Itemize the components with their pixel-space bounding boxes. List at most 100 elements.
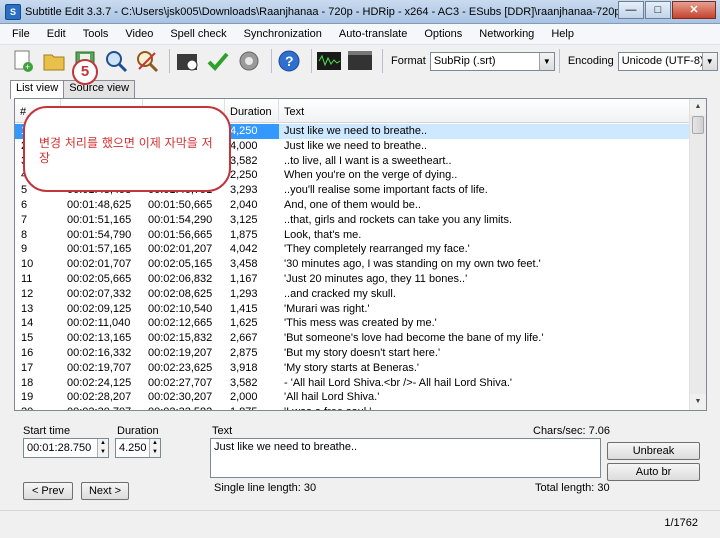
cell-number: 8 [21, 228, 28, 241]
table-row[interactable]: 6 00:01:48,625 00:01:50,665 2,040 And, one o… [15, 198, 691, 213]
find-icon[interactable] [103, 48, 129, 74]
cell-number: 17 [21, 361, 34, 374]
tab-source-view[interactable]: Source view [63, 80, 136, 98]
table-row[interactable]: 17 00:02:19,707 00:02:23,625 3,918 'My story… [15, 361, 691, 376]
table-row[interactable]: 15 00:02:13,165 00:02:15,832 2,667 'But some… [15, 331, 691, 346]
new-file-icon[interactable]: + [10, 48, 36, 74]
menu-spell-check[interactable]: Spell check [170, 28, 226, 40]
duration-input[interactable]: 4.250 ▲ ▼ [115, 438, 161, 458]
menu-auto-translate[interactable]: Auto-translate [339, 28, 407, 40]
auto-br-button[interactable]: Auto br [607, 463, 700, 481]
cell-start-time: 00:02:24,125 [67, 376, 132, 389]
menu-networking[interactable]: Networking [479, 28, 534, 40]
table-row[interactable]: 12 00:02:07,332 00:02:08,625 1,293 ..and cra… [15, 287, 691, 302]
scroll-up-icon[interactable]: ▲ [690, 99, 706, 115]
cell-text: 'They completely rearranged my face.' [284, 243, 470, 256]
cell-start-time: 00:01:51,165 [67, 213, 132, 226]
cell-end-time: 00:01:50,665 [148, 199, 213, 211]
format-select[interactable]: SubRip (.srt) ▼ [429, 51, 555, 71]
menu-video[interactable]: Video [125, 28, 153, 40]
cell-duration: 4,000 [230, 139, 258, 152]
spell-check-icon[interactable] [205, 48, 231, 74]
prev-button[interactable]: < Prev [23, 482, 73, 500]
app-icon: S [5, 3, 21, 20]
table-row[interactable]: 9 00:01:57,165 00:02:01,207 4,042 'They comp… [15, 242, 691, 257]
annotation-text: 변경 처리를 했으면 이제 자막을 저장 [39, 136, 213, 165]
unbreak-button[interactable]: Unbreak [607, 442, 700, 460]
video-player-icon[interactable] [347, 48, 373, 74]
tab-list-view[interactable]: List view [10, 80, 65, 99]
cell-text: 'I was a free soul.' [279, 405, 691, 410]
table-row[interactable]: 10 00:02:01,707 00:02:05,165 3,458 '30 minut… [15, 257, 691, 272]
cell-text: 'My story starts at Beneras.' [284, 361, 420, 374]
subtitle-text-editor[interactable]: Just like we need to breathe.. [210, 438, 601, 478]
cell-start-time: 00:02:13,165 [67, 332, 132, 345]
table-row[interactable]: 8 00:01:54,790 00:01:56,665 1,875 Look, that… [15, 228, 691, 243]
subtitle-text-value: Just like we need to breathe.. [214, 441, 358, 453]
cell-start-time: 00:02:11,040 [67, 317, 131, 330]
cell-duration: 3,918 [230, 361, 258, 374]
close-button[interactable]: ✕ [672, 1, 716, 19]
table-row[interactable]: 11 00:02:05,665 00:02:06,832 1,167 'Just 20 … [15, 272, 691, 287]
menu-edit[interactable]: Edit [47, 28, 66, 40]
start-time-input[interactable]: 00:01:28.750 ▲ ▼ [23, 438, 109, 458]
table-row[interactable]: 20 00:02:30,707 00:02:32,582 1,875'I was a … [15, 405, 691, 410]
cell-end-time: 00:02:27,707 [148, 376, 213, 389]
help-icon[interactable]: ? [276, 48, 302, 74]
cell-duration: 3,125 [230, 213, 258, 226]
cell-start-time: 00:02:09,125 [67, 302, 132, 315]
table-row[interactable]: 14 00:02:11,040 00:02:12,665 1,625 'This mes… [15, 316, 691, 331]
waveform-icon[interactable] [316, 48, 342, 74]
replace-icon[interactable] [134, 48, 160, 74]
cell-end-time: 00:02:08,625 [148, 287, 213, 300]
table-row[interactable]: 18 00:02:24,125 00:02:27,707 3,582 - 'All ha… [15, 376, 691, 391]
cell-end-time: 00:02:12,665 [148, 317, 213, 330]
toolbar-separator [382, 49, 383, 73]
menu-file[interactable]: File [12, 28, 30, 40]
maximize-button[interactable]: □ [645, 1, 671, 19]
menu-synchronization[interactable]: Synchronization [244, 28, 322, 40]
next-button[interactable]: Next > [81, 482, 129, 500]
duration-value: 4.250 [119, 442, 147, 454]
encoding-label: Encoding [567, 55, 614, 67]
column-text[interactable]: Text [279, 99, 691, 123]
cell-number: 16 [21, 347, 34, 359]
cell-end-time: 00:02:01,207 [148, 243, 213, 256]
menu-tools[interactable]: Tools [83, 28, 109, 40]
minimize-button[interactable]: — [618, 1, 644, 19]
start-time-spinner[interactable]: ▲ ▼ [97, 439, 108, 457]
cell-duration: 3,458 [230, 258, 258, 271]
menu-help[interactable]: Help [551, 28, 574, 40]
cell-start-time: 00:01:57,165 [67, 243, 132, 256]
cell-end-time: 00:01:56,665 [148, 228, 213, 241]
cell-text: And, one of them would be.. [284, 199, 421, 211]
scroll-thumb[interactable] [692, 116, 704, 134]
cell-duration: 1,875 [230, 228, 258, 241]
cell-end-time: 00:02:10,540 [148, 302, 213, 315]
cell-number: 13 [21, 302, 34, 315]
status-bar: 1/1762 [0, 510, 720, 538]
menu-options[interactable]: Options [424, 28, 462, 40]
encoding-select[interactable]: Unicode (UTF-8) ▼ [617, 51, 718, 71]
cell-start-time: 00:02:16,332 [67, 347, 132, 359]
scroll-down-icon[interactable]: ▼ [690, 394, 706, 410]
menu-bar: File Edit Tools Video Spell check Synchr… [0, 24, 720, 45]
visual-sync-icon[interactable] [174, 48, 200, 74]
duration-spinner[interactable]: ▲ ▼ [149, 439, 160, 457]
vertical-scrollbar[interactable]: ▲ ▼ [689, 99, 706, 410]
view-tabs: List view Source view [10, 80, 136, 99]
settings-icon[interactable] [236, 48, 262, 74]
table-row[interactable]: 7 00:01:51,165 00:01:54,290 3,125 ..that, gi… [15, 213, 691, 228]
cell-text: ..you'll realise some important facts of… [284, 184, 488, 197]
cell-duration: 2,250 [230, 169, 258, 182]
column-duration[interactable]: Duration [225, 99, 279, 123]
table-row[interactable]: 13 00:02:09,125 00:02:10,540 1,415 'Murari w… [15, 302, 691, 317]
cell-text: 'Just 20 minutes ago, they 11 bones..' [284, 273, 468, 285]
table-row[interactable]: 16 00:02:16,332 00:02:19,207 2,875 'But my s… [15, 346, 691, 361]
svg-text:?: ? [285, 53, 294, 69]
duration-label: Duration [117, 425, 159, 437]
open-folder-icon[interactable] [41, 48, 67, 74]
chars-per-sec: Chars/sec: 7.06 [533, 425, 611, 437]
table-row[interactable]: 19 00:02:28,207 00:02:30,207 2,000 'All hail… [15, 390, 691, 405]
cell-duration: 2,000 [230, 391, 258, 404]
